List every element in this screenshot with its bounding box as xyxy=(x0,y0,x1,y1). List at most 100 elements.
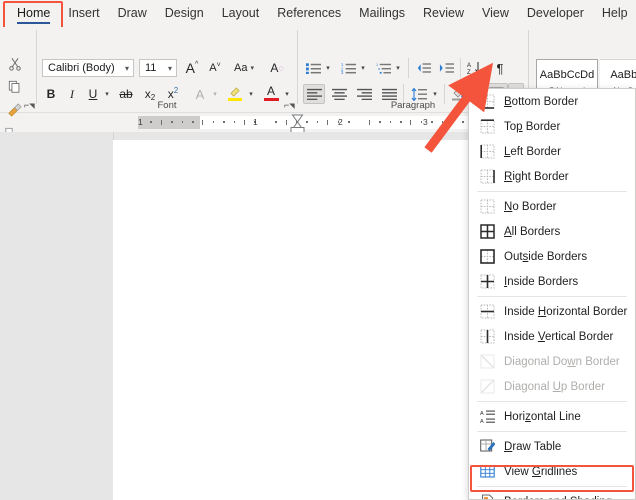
font-dialog-launcher[interactable]: ⌐◥ xyxy=(284,100,295,110)
numbering-dropdown[interactable]: ▾ xyxy=(357,59,369,77)
word-window: Home Insert DrawDesign Layout References Mail… xyxy=(0,0,636,500)
ruler-tick xyxy=(213,121,215,123)
style-sample: AaBbCc xyxy=(610,68,636,82)
menu-item-label: Top Border xyxy=(504,121,560,133)
ruler-tick xyxy=(348,121,350,123)
multilevel-dropdown[interactable]: ▾ xyxy=(392,59,404,77)
menu-item-draw-table[interactable]: Draw Table xyxy=(469,434,635,459)
font-name-combo[interactable]: Calibri (Body) ▾ xyxy=(42,59,134,77)
tab-label: Home xyxy=(17,6,50,20)
no-border-icon xyxy=(477,199,497,215)
strikethrough-label: ab xyxy=(119,87,132,101)
tab-label: Insert xyxy=(68,6,99,20)
menu-separator xyxy=(477,431,627,432)
grow-font-button[interactable]: A^ xyxy=(182,58,202,78)
bold-label: B xyxy=(47,87,56,101)
group-separator xyxy=(297,30,298,104)
ruler-margin-indicator xyxy=(138,116,200,129)
inside-borders-icon xyxy=(477,274,497,290)
menu-item-all-borders[interactable]: All Borders xyxy=(469,219,635,244)
clipboard-dialog-launcher[interactable]: ⌐◥ xyxy=(24,100,35,110)
shrink-font-label: A xyxy=(209,62,216,74)
menu-separator xyxy=(477,401,627,402)
ruler-tick xyxy=(192,121,194,123)
tab-references[interactable]: References xyxy=(268,0,350,27)
sort-button[interactable]: AZ xyxy=(464,58,486,78)
ruler-tick xyxy=(286,120,287,125)
svg-text:3: 3 xyxy=(341,70,344,74)
tab-developer[interactable]: Developer xyxy=(518,0,593,27)
menu-item-diagonal-up-border: Diagonal Up Border xyxy=(469,374,635,399)
shrink-font-button[interactable]: A˅ xyxy=(205,58,225,78)
change-case-button[interactable]: Aa▾ xyxy=(229,58,259,78)
decrease-indent-button[interactable] xyxy=(413,59,433,77)
bullets-button[interactable] xyxy=(303,59,323,77)
tab-label: View xyxy=(482,6,509,20)
tab-mailings[interactable]: Mailings xyxy=(350,0,414,27)
borders-dropdown-menu[interactable]: Bottom Border Top Border Left Border Right … xyxy=(468,88,636,500)
bullets-dropdown[interactable]: ▾ xyxy=(322,59,334,77)
tab-layout[interactable]: Layout xyxy=(213,0,269,27)
all-borders-icon xyxy=(477,224,497,240)
menu-item-label: No Border xyxy=(504,201,556,213)
tab-label: Review xyxy=(423,6,464,20)
tab-label: Mailings xyxy=(359,6,405,20)
font-size-combo[interactable]: 11 ▾ xyxy=(139,59,177,77)
menu-item-inside-vertical-border[interactable]: Inside Vertical Border xyxy=(469,324,635,349)
menu-item-outside-borders[interactable]: Outside Borders xyxy=(469,244,635,269)
menu-item-horizontal-line[interactable]: AAHorizontal Line xyxy=(469,404,635,429)
menu-item-label: Diagonal Down Border xyxy=(504,356,620,368)
svg-text:Z: Z xyxy=(467,70,471,75)
format-painter-icon[interactable] xyxy=(7,103,22,121)
increase-indent-button[interactable] xyxy=(436,59,456,77)
numbering-button[interactable]: 123 xyxy=(338,59,358,77)
show-formatting-marks-button[interactable]: ¶ xyxy=(490,58,510,78)
ruler-tick xyxy=(390,121,392,123)
copy-icon[interactable] xyxy=(8,80,22,97)
ruler-tick xyxy=(161,120,162,125)
menu-item-label: Bottom Border xyxy=(504,96,578,108)
svg-text:a: a xyxy=(377,67,380,71)
tab-help[interactable]: Help xyxy=(593,0,636,27)
tab-design[interactable]: Design xyxy=(156,0,213,27)
style-sample: AaBbCcDd xyxy=(540,68,594,82)
ruler-tick xyxy=(400,121,402,123)
tab-view[interactable]: View xyxy=(473,0,518,27)
tab-label: Layout xyxy=(222,6,260,20)
menu-item-borders-and-shading[interactable]: Borders and Shading… xyxy=(469,489,635,500)
tab-draw[interactable]: Draw xyxy=(109,0,156,27)
multilevel-list-button[interactable]: 1a xyxy=(373,59,393,77)
cut-icon[interactable] xyxy=(8,57,22,74)
tab-insert[interactable]: Insert xyxy=(59,0,108,27)
menu-item-view-gridlines[interactable]: View Gridlines xyxy=(469,459,635,484)
chevron-down-icon: ▾ xyxy=(125,64,133,73)
tab-review[interactable]: Review xyxy=(414,0,473,27)
ruler-tick xyxy=(431,121,433,123)
menu-item-label: All Borders xyxy=(504,226,560,238)
menu-item-label: Inside Horizontal Border xyxy=(504,306,627,318)
borders-and-shading-icon xyxy=(477,494,497,500)
menu-item-label: Outside Borders xyxy=(504,251,587,263)
ruler-tick xyxy=(379,121,381,123)
clear-formatting-label: A xyxy=(270,61,278,75)
menu-item-bottom-border[interactable]: Bottom Border xyxy=(469,89,635,114)
menu-item-top-border[interactable]: Top Border xyxy=(469,114,635,139)
menu-item-label: Borders and Shading… xyxy=(504,496,624,500)
right-border-icon xyxy=(477,169,497,185)
menu-item-label: Inside Vertical Border xyxy=(504,331,613,343)
menu-item-inside-horizontal-border[interactable]: Inside Horizontal Border xyxy=(469,299,635,324)
inside-horizontal-border-icon xyxy=(477,304,497,320)
menu-item-right-border[interactable]: Right Border xyxy=(469,164,635,189)
clear-formatting-button[interactable]: A◌ xyxy=(265,58,289,78)
menu-item-left-border[interactable]: Left Border xyxy=(469,139,635,164)
outside-borders-icon xyxy=(477,249,497,265)
menu-item-label: View Gridlines xyxy=(504,466,577,478)
menu-item-no-border[interactable]: No Border xyxy=(469,194,635,219)
underline-label: U xyxy=(89,87,98,101)
font-color-label: A xyxy=(267,85,275,97)
tab-home[interactable]: Home xyxy=(8,0,59,27)
menu-item-inside-borders[interactable]: Inside Borders xyxy=(469,269,635,294)
svg-text:A: A xyxy=(467,63,471,69)
menu-item-label: Left Border xyxy=(504,146,561,158)
ruler-tick xyxy=(150,121,152,123)
